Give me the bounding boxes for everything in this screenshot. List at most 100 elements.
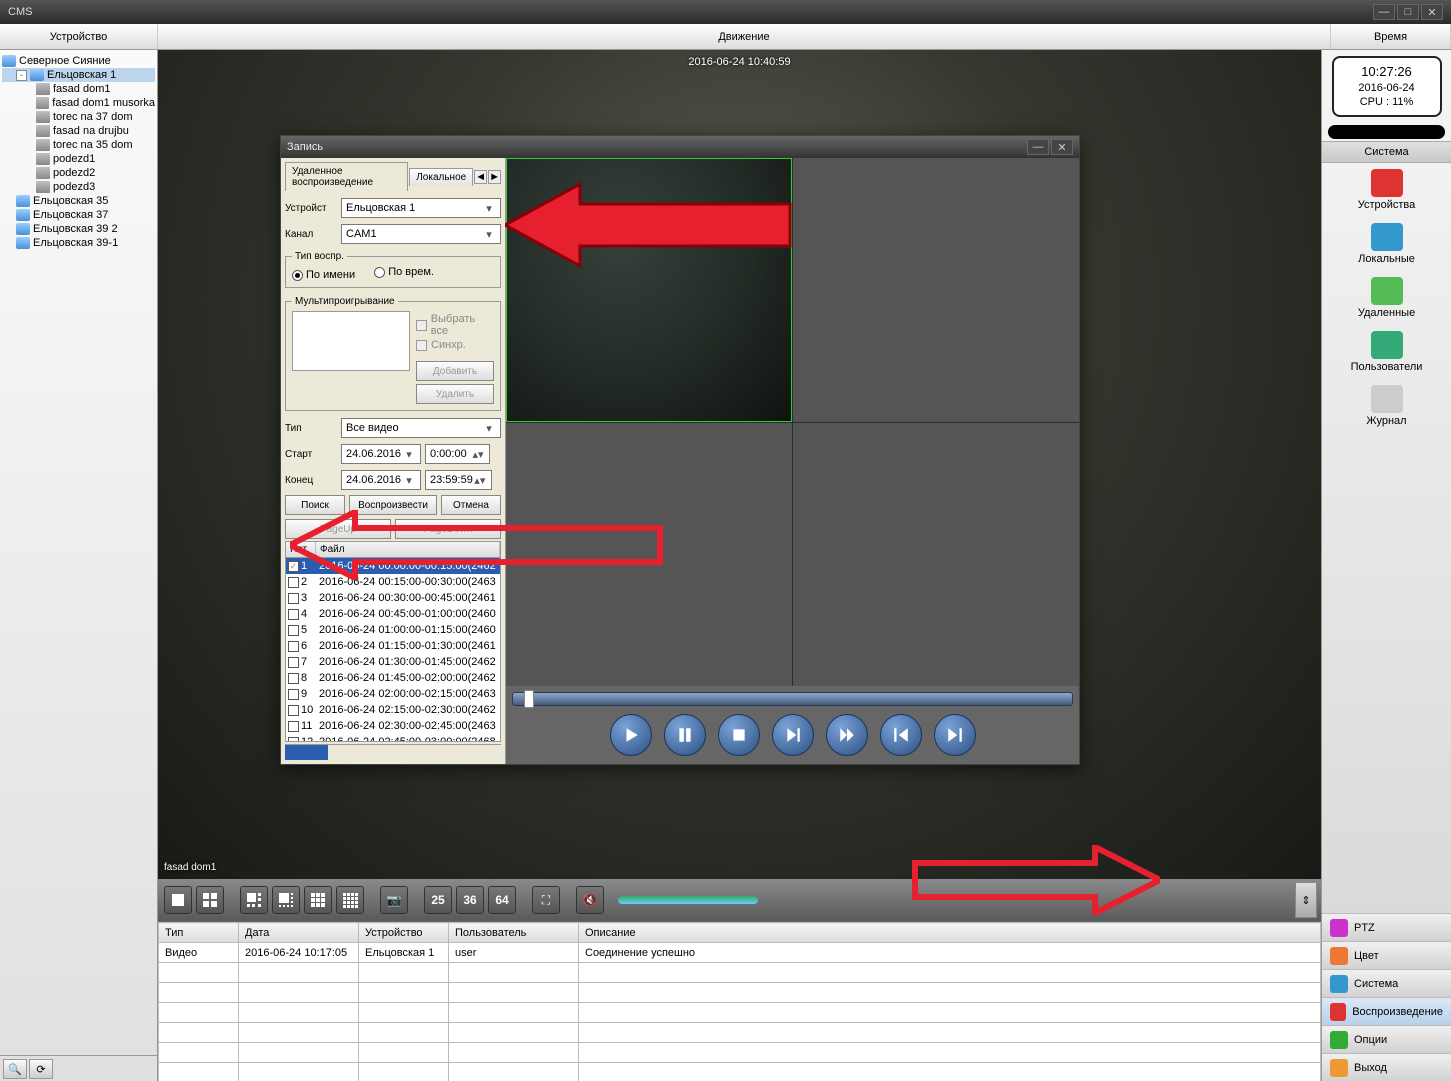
log-col-device[interactable]: Устройство bbox=[359, 923, 449, 943]
col-file[interactable]: Файл bbox=[316, 542, 500, 557]
right-button-Воспроизведение[interactable]: Воспроизведение bbox=[1322, 997, 1451, 1025]
file-checkbox[interactable] bbox=[288, 657, 299, 668]
playback-quad[interactable] bbox=[506, 158, 1079, 686]
tab-remote[interactable]: Удаленное воспроизведение bbox=[285, 162, 408, 191]
file-row[interactable]: 112016-06-24 02:30:00-02:45:00(2463 bbox=[286, 718, 500, 734]
tree-camera[interactable]: fasad dom1 bbox=[2, 82, 155, 96]
tree-root[interactable]: Северное Сияние bbox=[2, 54, 155, 68]
tab-scroll-left[interactable]: ◄ bbox=[474, 170, 487, 184]
device-select[interactable]: Ельцовская 1▾ bbox=[341, 198, 501, 218]
tree-camera[interactable]: fasad dom1 musorka bbox=[2, 96, 155, 110]
system-item-4[interactable]: Журнал bbox=[1322, 379, 1451, 433]
device-tree[interactable]: Северное Сияние -Ельцовская 1 fasad dom1… bbox=[0, 50, 157, 1055]
file-row[interactable]: 102016-06-24 02:15:00-02:30:00(2462 bbox=[286, 702, 500, 718]
layout-4[interactable] bbox=[196, 886, 224, 914]
volume-slider[interactable] bbox=[618, 896, 758, 904]
file-row[interactable]: 82016-06-24 01:45:00-02:00:00(2462 bbox=[286, 670, 500, 686]
dialog-minimize[interactable]: — bbox=[1027, 139, 1049, 155]
file-row[interactable]: 22016-06-24 00:15:00-00:30:00(2463 bbox=[286, 574, 500, 590]
tree-camera[interactable]: fasad na drujbu bbox=[2, 124, 155, 138]
playback-cell-4[interactable] bbox=[793, 423, 1079, 687]
layout-36[interactable]: 36 bbox=[456, 886, 484, 914]
right-button-Цвет[interactable]: Цвет bbox=[1322, 941, 1451, 969]
menu-time[interactable]: Время bbox=[1331, 24, 1451, 49]
fast-button[interactable] bbox=[826, 714, 868, 756]
checkbox-sync[interactable]: Синхр. bbox=[416, 339, 494, 351]
system-item-2[interactable]: Удаленные bbox=[1322, 271, 1451, 325]
pause-button[interactable] bbox=[664, 714, 706, 756]
system-item-0[interactable]: Устройства bbox=[1322, 163, 1451, 217]
search-button[interactable]: 🔍 bbox=[3, 1059, 27, 1079]
channel-select[interactable]: CAM1▾ bbox=[341, 224, 501, 244]
playback-cell-1[interactable] bbox=[506, 158, 792, 422]
file-row[interactable]: 72016-06-24 01:30:00-01:45:00(2462 bbox=[286, 654, 500, 670]
slow-button[interactable] bbox=[772, 714, 814, 756]
file-checkbox[interactable] bbox=[288, 593, 299, 604]
layout-64[interactable]: 64 bbox=[488, 886, 516, 914]
right-button-Выход[interactable]: Выход bbox=[1322, 1053, 1451, 1081]
system-item-1[interactable]: Локальные bbox=[1322, 217, 1451, 271]
dialog-titlebar[interactable]: Запись — ✕ bbox=[281, 136, 1079, 158]
prev-frame-button[interactable] bbox=[880, 714, 922, 756]
file-checkbox[interactable] bbox=[288, 737, 299, 743]
file-checkbox[interactable] bbox=[288, 577, 299, 588]
seek-handle[interactable] bbox=[524, 690, 534, 708]
start-date[interactable]: 24.06.2016▾ bbox=[341, 444, 421, 464]
tree-device[interactable]: Ельцовская 39 2 bbox=[2, 222, 155, 236]
log-col-date[interactable]: Дата bbox=[239, 923, 359, 943]
expand-arrows-icon[interactable]: ⇕ bbox=[1295, 882, 1317, 918]
file-row[interactable]: 52016-06-24 01:00:00-01:15:00(2460 bbox=[286, 622, 500, 638]
log-col-user[interactable]: Пользователь bbox=[449, 923, 579, 943]
snapshot-button[interactable]: 📷 bbox=[380, 886, 408, 914]
tree-device[interactable]: Ельцовская 35 bbox=[2, 194, 155, 208]
pagedown-btn[interactable]: PageDown bbox=[395, 519, 501, 539]
file-checkbox[interactable] bbox=[288, 705, 299, 716]
system-item-3[interactable]: Пользователи bbox=[1322, 325, 1451, 379]
close-button[interactable]: ✕ bbox=[1421, 4, 1443, 20]
playback-cell-3[interactable] bbox=[506, 423, 792, 687]
file-checkbox[interactable] bbox=[288, 625, 299, 636]
start-time[interactable]: 0:00:00▴▾ bbox=[425, 444, 490, 464]
maximize-button[interactable]: □ bbox=[1397, 4, 1419, 20]
search-btn[interactable]: Поиск bbox=[285, 495, 345, 515]
refresh-button[interactable]: ⟳ bbox=[29, 1059, 53, 1079]
checkbox-selectall[interactable]: Выбрать все bbox=[416, 313, 494, 337]
file-checkbox[interactable] bbox=[288, 561, 299, 572]
file-checkbox[interactable] bbox=[288, 721, 299, 732]
file-checkbox[interactable] bbox=[288, 689, 299, 700]
layout-8[interactable] bbox=[272, 886, 300, 914]
radio-bytime[interactable]: По врем. bbox=[374, 266, 434, 278]
file-row[interactable]: 32016-06-24 00:30:00-00:45:00(2461 bbox=[286, 590, 500, 606]
file-checkbox[interactable] bbox=[288, 673, 299, 684]
mute-button[interactable]: 🔇 bbox=[576, 886, 604, 914]
dialog-close[interactable]: ✕ bbox=[1051, 139, 1073, 155]
file-row[interactable]: 122016-06-24 02:45:00-03:00:00(2468 bbox=[286, 734, 500, 742]
tree-camera[interactable]: podezd1 bbox=[2, 152, 155, 166]
file-row[interactable]: 42016-06-24 00:45:00-01:00:00(2460 bbox=[286, 606, 500, 622]
layout-16[interactable] bbox=[336, 886, 364, 914]
menu-motion[interactable]: Движение bbox=[158, 24, 1331, 49]
delete-button[interactable]: Удалить bbox=[416, 384, 494, 404]
right-button-Опции[interactable]: Опции bbox=[1322, 1025, 1451, 1053]
stop-button[interactable] bbox=[718, 714, 760, 756]
file-checkbox[interactable] bbox=[288, 609, 299, 620]
end-time[interactable]: 23:59:59▴▾ bbox=[425, 470, 492, 490]
play-button[interactable] bbox=[610, 714, 652, 756]
pageup-btn[interactable]: PageUp bbox=[285, 519, 391, 539]
log-row[interactable]: Видео2016-06-24 10:17:05Ельцовская 1user… bbox=[159, 943, 1321, 963]
tree-device[interactable]: Ельцовская 37 bbox=[2, 208, 155, 222]
play-btn[interactable]: Воспроизвести bbox=[349, 495, 437, 515]
tree-camera[interactable]: torec na 35 dom bbox=[2, 138, 155, 152]
tree-camera[interactable]: podezd3 bbox=[2, 180, 155, 194]
end-date[interactable]: 24.06.2016▾ bbox=[341, 470, 421, 490]
layout-1[interactable] bbox=[164, 886, 192, 914]
next-frame-button[interactable] bbox=[934, 714, 976, 756]
layout-25[interactable]: 25 bbox=[424, 886, 452, 914]
cancel-btn[interactable]: Отмена bbox=[441, 495, 501, 515]
col-no[interactable]: Нет bbox=[286, 542, 316, 557]
layout-6[interactable] bbox=[240, 886, 268, 914]
file-list[interactable]: Нет Файл 12016-06-24 00:00:00-00:15:00(2… bbox=[285, 541, 501, 742]
tab-local[interactable]: Локальное bbox=[409, 168, 473, 186]
menu-device[interactable]: Устройство bbox=[0, 24, 158, 49]
tree-camera[interactable]: podezd2 bbox=[2, 166, 155, 180]
